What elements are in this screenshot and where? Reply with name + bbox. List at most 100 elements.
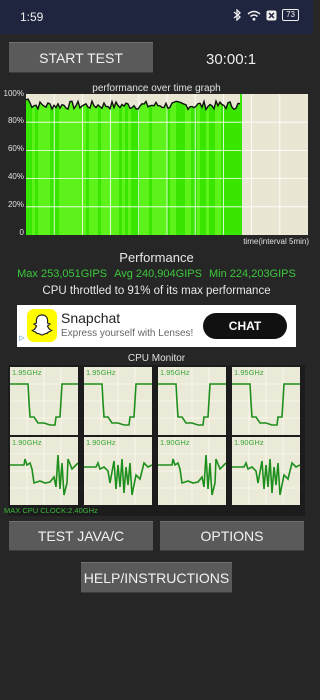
graph-fill-strip: [239, 94, 242, 235]
y-tick-100: 100%: [3, 89, 24, 98]
graph-fill-strip: [116, 94, 119, 235]
core-frequency: 1.90GHz: [12, 438, 42, 447]
graph-fill-strip: [92, 94, 95, 235]
graph-fill-strip: [197, 94, 200, 235]
graph-fill-strip: [68, 94, 71, 235]
y-tick-20: 20%: [7, 200, 24, 209]
bluetooth-icon: [233, 9, 242, 21]
status-time: 1:59: [20, 10, 44, 24]
avg-stat: Avg 240,904GIPS: [114, 268, 202, 280]
graph-fill-strip: [29, 94, 32, 235]
test-timer: 30:00:1: [206, 51, 257, 68]
ad-banner[interactable]: Snapchat Express yourself with Lenses! C…: [17, 305, 296, 347]
graph-fill-strip: [191, 94, 194, 235]
graph-fill-strip: [161, 94, 164, 235]
battery-level: 73: [286, 10, 295, 19]
graph-fill-strip: [143, 94, 146, 235]
core-graph: [10, 367, 78, 435]
y-tick-0: 0: [19, 228, 24, 237]
cpu-core-6: 1.90GHz: [84, 437, 152, 505]
core-frequency: 1.90GHz: [86, 438, 116, 447]
ad-choices-icon[interactable]: ▷: [19, 334, 24, 342]
graph-fill-strip: [101, 94, 104, 235]
core-frequency: 1.90GHz: [234, 438, 264, 447]
graph-fill-strip: [203, 94, 206, 235]
graph-fill-strip: [131, 94, 134, 235]
graph-fill-strip: [224, 94, 227, 235]
ad-chat-button[interactable]: CHAT: [203, 313, 287, 339]
wifi-icon: [247, 10, 261, 21]
graph-fill: [26, 94, 242, 235]
help-instructions-button[interactable]: HELP/INSTRUCTIONS: [81, 562, 232, 593]
core-graph: [84, 367, 152, 435]
graph-fill-strip: [149, 94, 152, 235]
graph-fill-strip: [35, 94, 38, 235]
graph-fill-strip: [134, 94, 137, 235]
test-java-button[interactable]: TEST JAVA/C: [9, 521, 153, 551]
close-box-icon: [266, 10, 277, 20]
performance-stats: Max 253,051GIPS Avg 240,904GIPS Min 224,…: [0, 268, 313, 280]
core-frequency: 1.95GHz: [234, 368, 264, 377]
graph-fill-strip: [89, 94, 92, 235]
start-test-button[interactable]: START TEST: [9, 42, 153, 73]
graph-fill-strip: [65, 94, 68, 235]
graph-fill-strip: [167, 94, 170, 235]
core-graph: [158, 367, 226, 435]
graph-fill-strip: [152, 94, 155, 235]
graph-fill-strip: [170, 94, 173, 235]
graph-fill-strip: [38, 94, 41, 235]
graph-fill-strip: [86, 94, 89, 235]
graph-fill-strip: [230, 94, 233, 235]
cpu-core-8: 1.90GHz: [232, 437, 300, 505]
graph-fill-strip: [95, 94, 98, 235]
graph-fill-strip: [83, 94, 86, 235]
graph-fill-strip: [107, 94, 110, 235]
graph-fill-strip: [122, 94, 125, 235]
graph-fill-strip: [41, 94, 44, 235]
graph-fill-strip: [185, 94, 188, 235]
graph-fill-strip: [212, 94, 215, 235]
options-button[interactable]: OPTIONS: [160, 521, 304, 551]
graph-fill-strip: [155, 94, 158, 235]
core-frequency: 1.95GHz: [12, 368, 42, 377]
performance-graph: [26, 94, 308, 235]
graph-fill-strip: [47, 94, 50, 235]
cpu-core-2: 1.95GHz: [84, 367, 152, 435]
graph-fill-strip: [77, 94, 80, 235]
graph-fill-strip: [44, 94, 47, 235]
performance-title: Performance: [119, 250, 194, 265]
cpu-core-4: 1.95GHz: [232, 367, 300, 435]
cpu-core-5: 1.90GHz: [10, 437, 78, 505]
graph-fill-strip: [233, 94, 236, 235]
graph-fill-strip: [74, 94, 77, 235]
graph-fill-strip: [50, 94, 53, 235]
cpu-core-1: 1.95GHz: [10, 367, 78, 435]
core-graph: [232, 367, 300, 435]
graph-fill-strip: [59, 94, 62, 235]
snapchat-logo-icon: [27, 309, 57, 342]
ad-title: Snapchat: [61, 310, 121, 326]
graph-fill-strip: [179, 94, 182, 235]
x-axis-label: time(interval 5min): [243, 237, 309, 246]
graph-fill-strip: [227, 94, 230, 235]
graph-fill-strip: [158, 94, 161, 235]
graph-fill-strip: [113, 94, 116, 235]
cpu-core-3: 1.95GHz: [158, 367, 226, 435]
cpu-core-7: 1.90GHz: [158, 437, 226, 505]
graph-fill-strip: [119, 94, 122, 235]
core-graph: [84, 437, 152, 505]
graph-fill-strip: [188, 94, 191, 235]
y-tick-80: 80%: [7, 116, 24, 125]
graph-fill-strip: [98, 94, 101, 235]
graph-fill-strip: [218, 94, 221, 235]
graph-fill-strip: [32, 94, 35, 235]
graph-fill-strip: [164, 94, 167, 235]
graph-fill-strip: [71, 94, 74, 235]
status-bar: 1:59 73: [0, 0, 313, 34]
y-tick-40: 40%: [7, 172, 24, 181]
graph-fill-strip: [176, 94, 179, 235]
core-frequency: 1.90GHz: [160, 438, 190, 447]
graph-title: performance over time graph: [92, 83, 221, 94]
graph-fill-strip: [146, 94, 149, 235]
graph-fill-strip: [128, 94, 131, 235]
